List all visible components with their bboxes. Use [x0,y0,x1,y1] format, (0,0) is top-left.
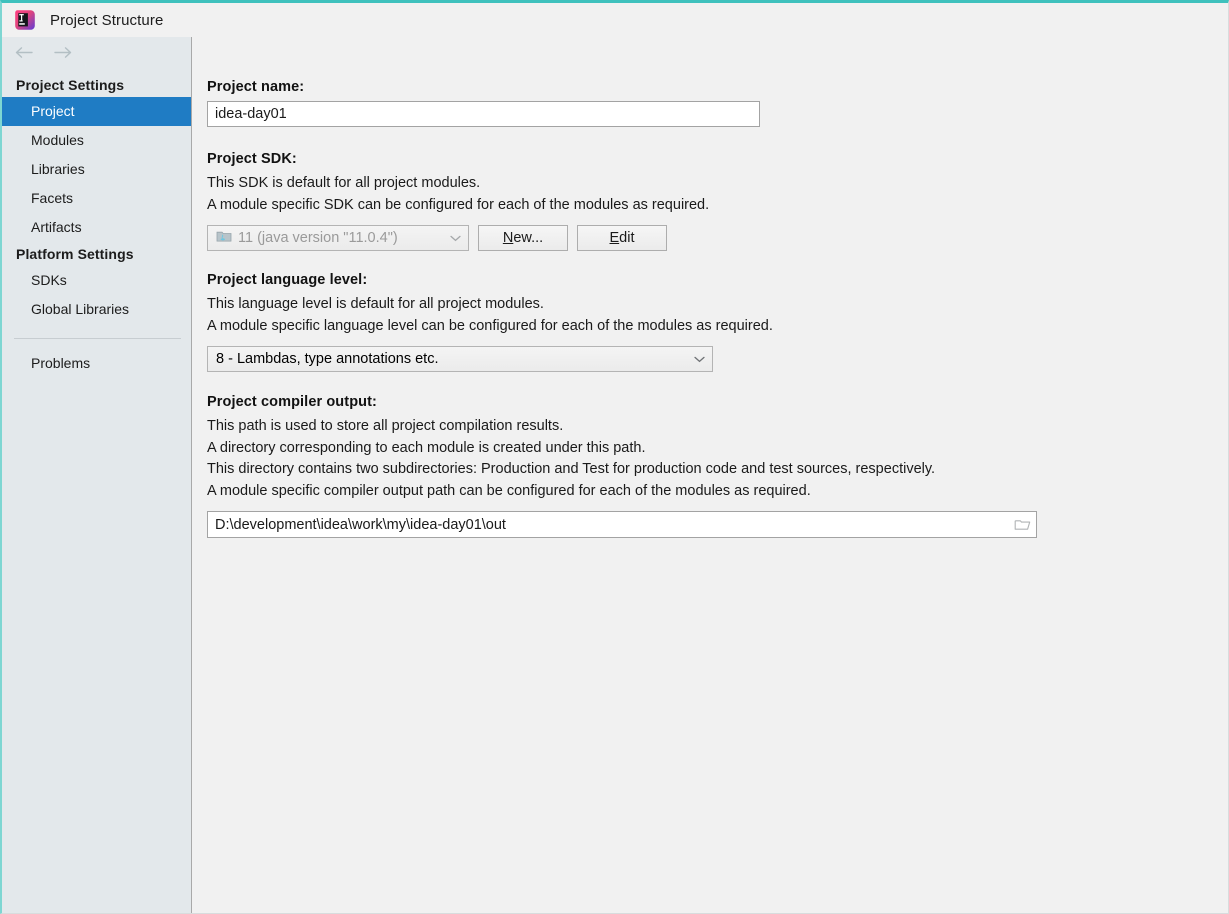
sidebar-group-project-settings: Project Settings [16,77,125,93]
project-sdk-value: 11 (java version "11.0.4") [238,230,398,246]
sidebar-item-artifacts[interactable]: Artifacts [2,213,191,242]
new-sdk-button[interactable]: New... [478,225,568,251]
arrow-right-icon[interactable] [52,43,72,61]
language-level-desc-line-2: A module specific language level can be … [207,317,773,334]
project-sdk-dropdown[interactable]: 11 (java version "11.0.4") [207,225,469,251]
compiler-output-section: Project compiler output: This path is us… [207,394,1228,538]
edit-sdk-button[interactable]: Edit [577,225,667,251]
java-sdk-icon [216,229,232,247]
sidebar-item-facets[interactable]: Facets [2,184,191,213]
project-sdk-controls: 11 (java version "11.0.4") New... Edit [207,225,1228,251]
language-level-section: Project language level: This language le… [207,272,1228,372]
intellij-idea-logo-icon [14,9,36,31]
sidebar-item-modules[interactable]: Modules [2,126,191,155]
sidebar-item-global-libraries[interactable]: Global Libraries [2,295,191,324]
compiler-output-desc-line-3: This directory contains two subdirectori… [207,461,936,477]
sidebar-item-project[interactable]: Project [2,97,191,126]
compiler-output-path-value: D:\development\idea\work\my\idea-day01\o… [215,516,506,533]
title-bar: Project Structure [2,3,1228,37]
project-sdk-desc-line-2: A module specific SDK can be configured … [207,196,710,213]
project-sdk-label: Project SDK: [207,151,297,167]
sidebar-list: Project Settings Project Modules Librari… [2,67,191,378]
sidebar-divider [14,338,181,339]
compiler-output-label: Project compiler output: [207,394,377,410]
project-sdk-desc-line-1: This SDK is default for all project modu… [207,175,481,191]
navigation-arrows [2,37,191,67]
project-name-value: idea-day01 [215,106,287,122]
project-sdk-section: Project SDK: This SDK is default for all… [207,151,1228,251]
chevron-down-icon [692,356,706,363]
chevron-down-icon [448,235,462,242]
project-structure-dialog: Project Structure Project Settings Proje… [0,0,1229,914]
sidebar-item-libraries[interactable]: Libraries [2,155,191,184]
compiler-output-desc-line-4: A module specific compiler output path c… [207,482,811,499]
language-level-label: Project language level: [207,272,368,288]
project-name-input[interactable]: idea-day01 [207,101,760,127]
language-level-desc-line-1: This language level is default for all p… [207,296,544,312]
sidebar-group-platform-settings: Platform Settings [16,246,134,262]
sidebar-item-problems[interactable]: Problems [2,349,191,378]
folder-browse-icon[interactable] [1012,516,1032,534]
language-level-dropdown[interactable]: 8 - Lambdas, type annotations etc. [207,346,713,372]
sidebar-item-sdks[interactable]: SDKs [2,266,191,295]
compiler-output-desc-line-1: This path is used to store all project c… [207,418,564,434]
project-name-section: Project name: idea-day01 [207,79,1228,127]
compiler-output-desc-line-2: A directory corresponding to each module… [207,439,646,456]
project-name-label: Project name: [207,79,305,95]
settings-sidebar: Project Settings Project Modules Librari… [2,37,192,913]
compiler-output-path-input[interactable]: D:\development\idea\work\my\idea-day01\o… [207,511,1037,538]
window-title: Project Structure [50,11,164,29]
settings-content-panel: Project name: idea-day01 Project SDK: Th… [192,37,1228,913]
language-level-value: 8 - Lambdas, type annotations etc. [216,351,439,367]
arrow-left-icon[interactable] [14,43,34,61]
dialog-body: Project Settings Project Modules Librari… [2,37,1228,913]
